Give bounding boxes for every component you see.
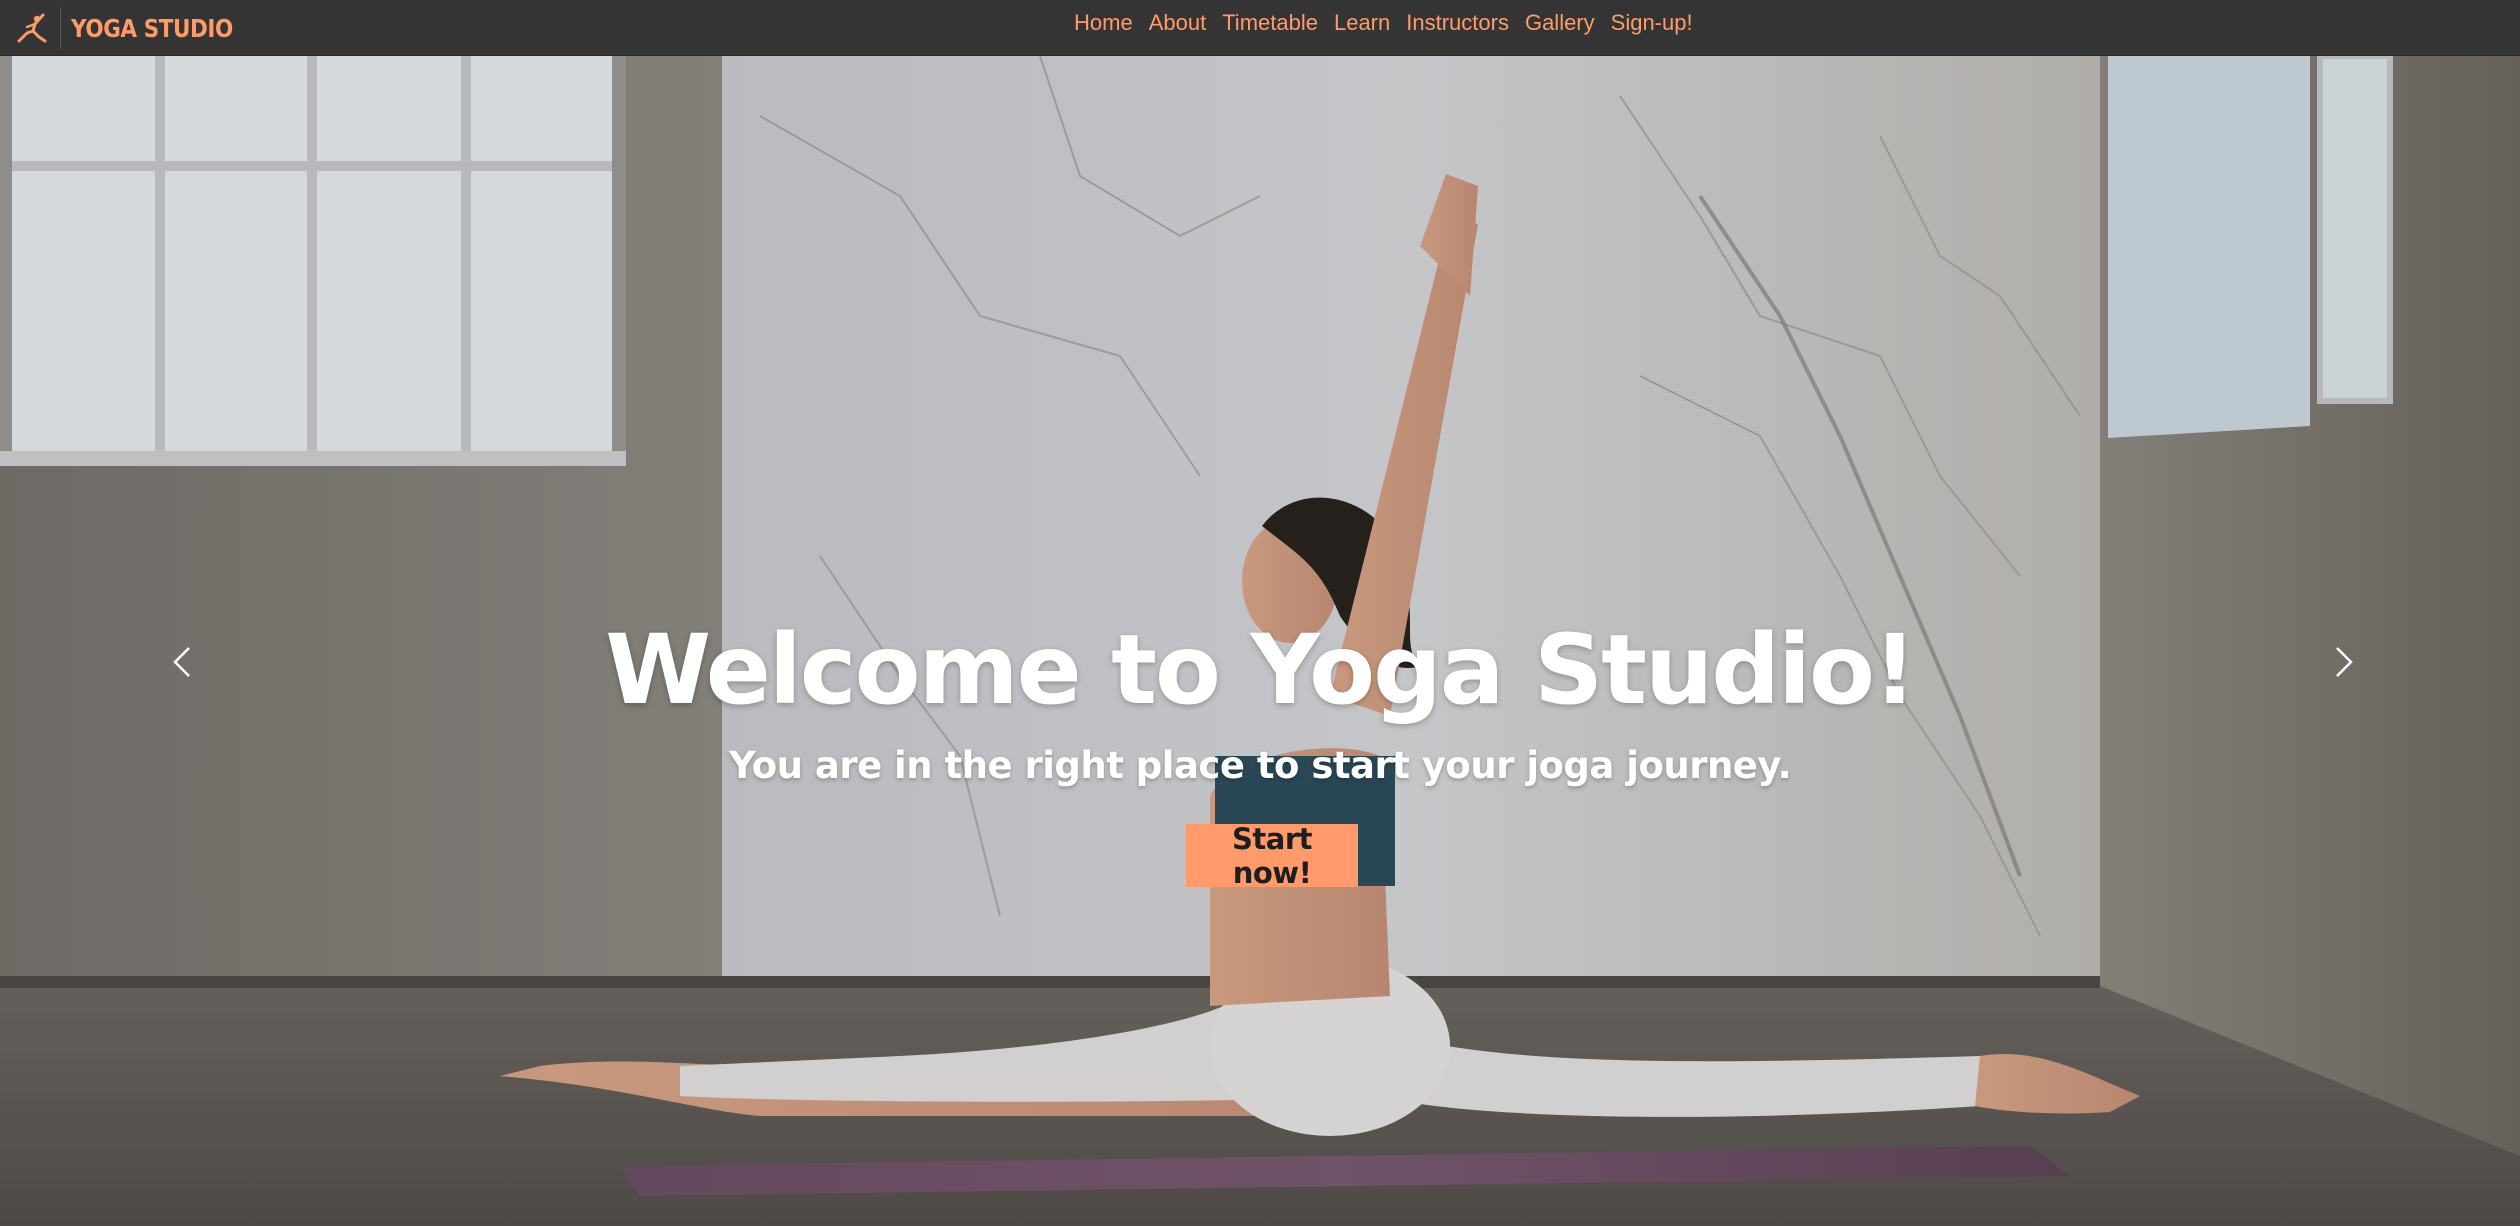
brand[interactable]: YOGA STUDIO bbox=[12, 0, 259, 56]
nav-link-instructors[interactable]: Instructors bbox=[1398, 10, 1517, 36]
nav-link-home[interactable]: Home bbox=[1066, 10, 1141, 36]
nav-link-learn[interactable]: Learn bbox=[1326, 10, 1398, 36]
nav-link-about[interactable]: About bbox=[1141, 10, 1215, 36]
nav-links: Home About Timetable Learn Instructors G… bbox=[1066, 0, 1701, 45]
hero-carousel: Welcome to Yoga Studio! You are in the r… bbox=[0, 56, 2520, 1226]
nav-link-gallery[interactable]: Gallery bbox=[1517, 10, 1603, 36]
nav-link-signup[interactable]: Sign-up! bbox=[1603, 10, 1701, 36]
start-now-button[interactable]: Start now! bbox=[1186, 822, 1358, 890]
brand-divider bbox=[60, 7, 61, 49]
hero-subtitle: You are in the right place to start your… bbox=[728, 744, 1792, 787]
top-navbar: YOGA STUDIO Home About Timetable Learn I… bbox=[0, 0, 2520, 56]
brand-name: YOGA STUDIO bbox=[71, 13, 233, 43]
nav-link-timetable[interactable]: Timetable bbox=[1214, 10, 1326, 36]
hero-title: Welcome to Yoga Studio! bbox=[605, 614, 1916, 726]
yoga-pose-icon bbox=[12, 8, 52, 48]
